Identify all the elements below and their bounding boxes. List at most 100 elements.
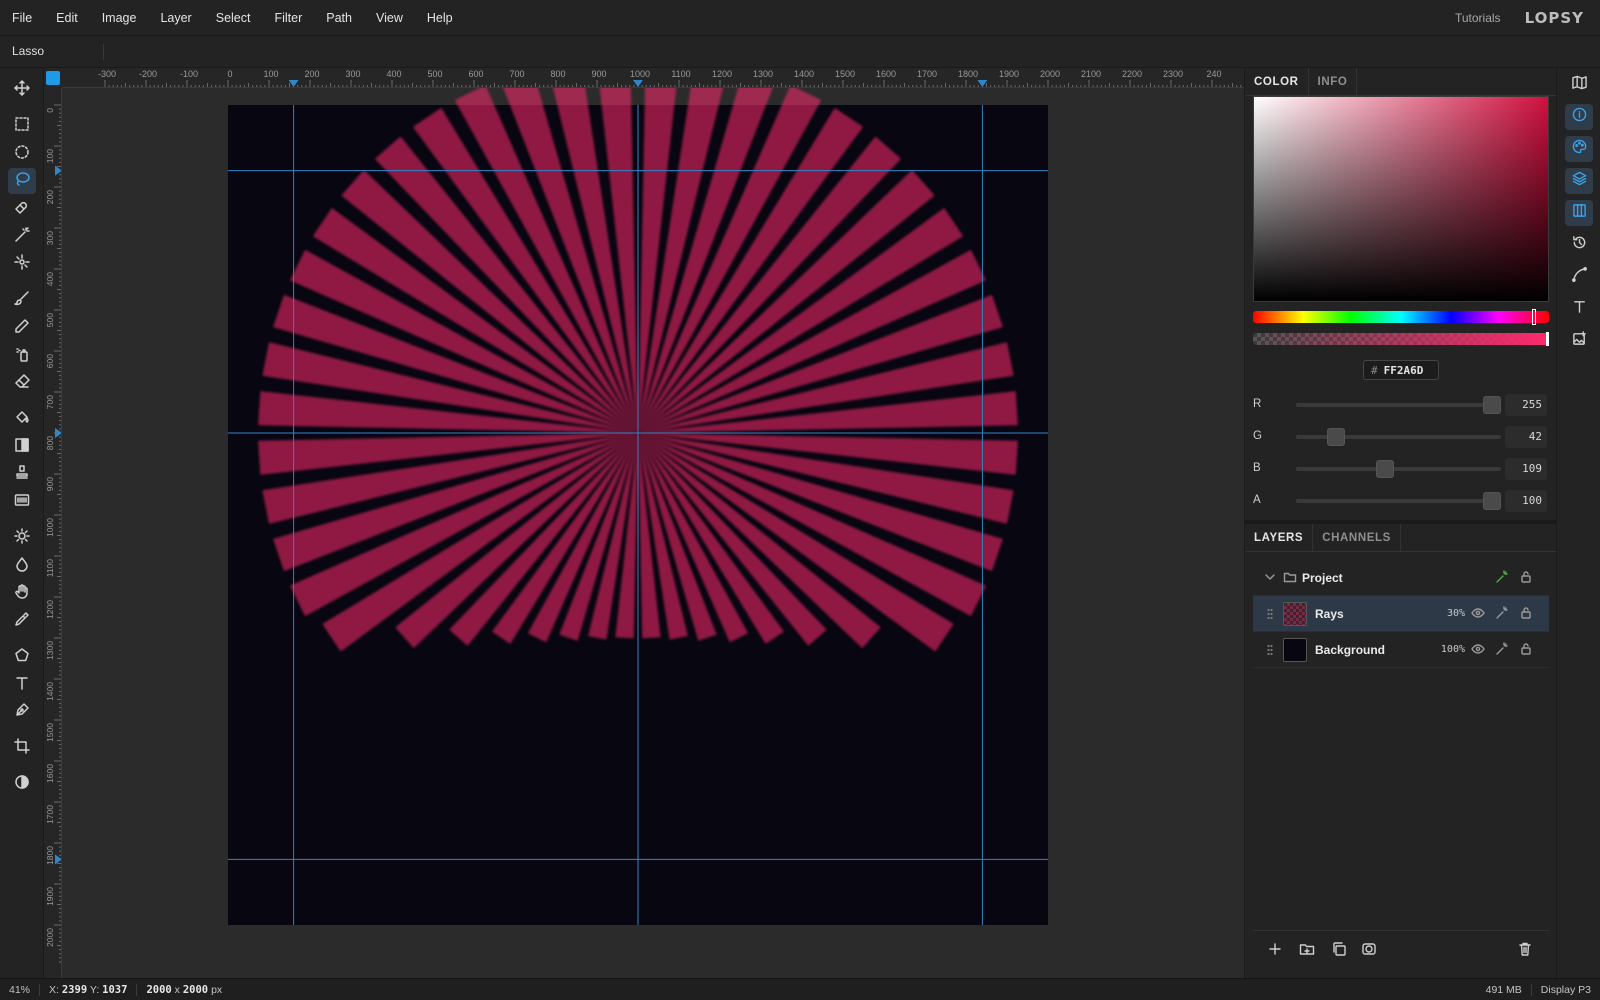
paths-panel-button[interactable] [1565,264,1593,290]
fill-tool[interactable] [8,406,36,432]
channel-value[interactable]: 100 [1505,490,1547,512]
tab-color[interactable]: COLOR [1245,68,1309,95]
ruler-corner[interactable] [44,68,62,88]
menu-help[interactable]: Help [415,0,465,36]
move-tool[interactable] [8,77,36,103]
lock-icon[interactable] [1519,606,1533,620]
color-mode-tool[interactable] [8,771,36,797]
hue-handle[interactable] [1532,309,1537,325]
lock-icon[interactable] [1519,642,1533,656]
tab-layers[interactable]: LAYERS [1245,524,1314,551]
burn-tool[interactable] [8,553,36,579]
tutorials-link[interactable]: Tutorials [1455,11,1501,25]
hue-slider[interactable] [1253,309,1549,325]
magnetic-lasso-tool[interactable] [8,196,36,222]
channels-panel-button[interactable] [1565,200,1593,226]
document-canvas[interactable] [62,88,1244,978]
menu-select[interactable]: Select [204,0,263,36]
guide-marker[interactable] [55,854,62,865]
layer-opacity[interactable]: 30% [1447,608,1465,619]
menu-image[interactable]: Image [90,0,149,36]
layer-group-row[interactable]: Project [1253,560,1549,596]
clone-stamp-tool[interactable] [8,461,36,487]
pencil-tool[interactable] [8,315,36,341]
spray-tool[interactable] [8,343,36,369]
character-panel-button[interactable] [1565,296,1593,322]
ellipse-select-tool[interactable] [8,141,36,167]
history-panel-button[interactable] [1565,232,1593,258]
add-layer-icon[interactable] [1267,941,1283,957]
channel-value[interactable]: 109 [1505,458,1547,480]
canvas-viewport[interactable] [62,88,1244,978]
menu-edit[interactable]: Edit [44,0,90,36]
saturation-value-field[interactable] [1253,96,1549,302]
ruler-top[interactable]: -300 -200 -100 0 100 200 300 400 500 600 700 800 900… [62,68,1244,88]
chevron-down-icon[interactable] [1263,570,1277,584]
drag-handle-icon[interactable] [1267,608,1273,620]
image-panel-button[interactable] [1565,328,1593,354]
navigator-button[interactable] [1565,72,1593,98]
text-tool[interactable] [8,672,36,698]
drag-handle-icon[interactable] [1267,644,1273,656]
channel-thumb[interactable] [1375,460,1394,478]
link-effects-icon[interactable] [1495,570,1509,584]
menu-view[interactable]: View [364,0,415,36]
menu-layer[interactable]: Layer [148,0,203,36]
magic-wand-tool[interactable] [8,224,36,250]
channel-slider[interactable] [1296,492,1501,510]
channel-value[interactable]: 42 [1505,426,1547,448]
dodge-tool[interactable] [8,525,36,551]
crop-tool[interactable] [8,735,36,761]
ruler-left[interactable]: 0 100 200 300 400 500 600 700 800 900 1000 1100 1200… [44,88,62,978]
hex-value[interactable]: FF2A6D [1384,364,1424,377]
layer-name[interactable]: Rays [1315,607,1344,621]
layer-name[interactable]: Background [1315,643,1385,657]
pattern-tool[interactable] [8,489,36,515]
layers-panel-button[interactable] [1565,168,1593,194]
guide-marker[interactable] [55,165,62,176]
eyedropper-tool[interactable] [8,608,36,634]
lock-icon[interactable] [1519,570,1533,584]
tab-channels[interactable]: CHANNELS [1313,524,1401,551]
color-panel-button[interactable] [1565,136,1593,162]
info-panel-button[interactable] [1565,104,1593,130]
add-folder-icon[interactable] [1299,941,1315,957]
layer-row[interactable]: Rays 30% [1253,596,1549,632]
guide-marker[interactable] [633,80,643,87]
eye-icon[interactable] [1471,642,1485,656]
lasso-tool[interactable] [8,168,36,194]
trash-icon[interactable] [1517,941,1533,957]
polygon-tool[interactable] [8,644,36,670]
channel-thumb[interactable] [1483,396,1501,414]
menu-path[interactable]: Path [314,0,364,36]
channel-thumb[interactable] [1326,428,1345,446]
alpha-slider[interactable] [1253,332,1549,346]
channel-slider[interactable] [1296,428,1501,446]
quick-select-tool[interactable] [8,251,36,277]
eraser-tool[interactable] [8,370,36,396]
gradient-tool[interactable] [8,434,36,460]
effects-icon[interactable] [1495,606,1509,620]
guide-marker[interactable] [55,428,62,438]
rect-select-tool[interactable] [8,113,36,139]
channel-value[interactable]: 255 [1505,394,1547,416]
channel-thumb[interactable] [1483,492,1501,510]
layer-group-name[interactable]: Project [1302,571,1343,585]
hex-input[interactable]: # FF2A6D [1363,360,1439,380]
alpha-handle[interactable] [1546,332,1549,346]
brush-tool[interactable] [8,287,36,313]
channel-slider[interactable] [1296,396,1501,414]
guide-marker[interactable] [977,80,988,87]
color-profile[interactable]: Display P3 [1532,984,1600,996]
hand-tool[interactable] [8,580,36,606]
channel-slider[interactable] [1296,460,1501,478]
duplicate-icon[interactable] [1331,941,1347,957]
tab-info[interactable]: INFO [1309,68,1358,95]
pen-tool[interactable] [8,699,36,725]
effects-icon[interactable] [1495,642,1509,656]
layer-row[interactable]: Background 100% [1253,632,1549,668]
layer-opacity[interactable]: 100% [1441,644,1465,655]
menu-filter[interactable]: Filter [262,0,314,36]
zoom-level[interactable]: 41% [0,983,41,996]
menu-file[interactable]: File [0,0,44,36]
